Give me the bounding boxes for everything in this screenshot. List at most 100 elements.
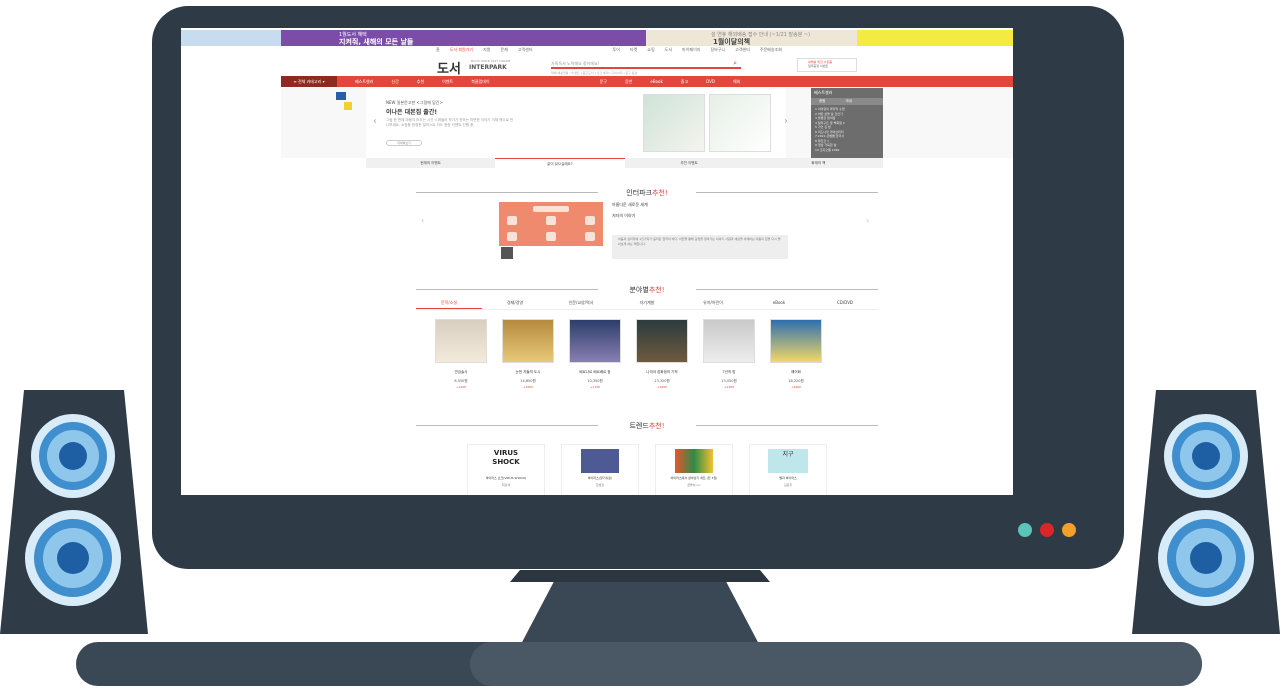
menu-item[interactable]: 베스트셀러: [355, 79, 373, 85]
book-cover: [770, 319, 822, 363]
trend-card[interactable]: 바이러스(알기쉬운) 한성진: [561, 444, 639, 495]
topnav-item[interactable]: 고객센터: [735, 47, 750, 55]
topnav-item[interactable]: 고객센터: [518, 47, 533, 55]
topnav-item[interactable]: 문제: [500, 47, 507, 55]
book-card[interactable]: 베르나르 베르베르 잠 10,350원 +115P: [565, 319, 625, 389]
right-speaker: [1132, 390, 1280, 634]
promo-box[interactable]: 새해를 위한 사은품 일력증정 이벤트: [797, 58, 857, 72]
topnav-item[interactable]: 투어: [613, 47, 620, 55]
menu-item[interactable]: 북클럽데이: [471, 79, 489, 85]
hero-title: 이나은 대본집 출간!: [386, 109, 438, 116]
book-card[interactable]: 연금술사 8,550원 +120P: [431, 319, 491, 389]
topnav-item[interactable]: 티켓: [630, 47, 637, 55]
trend-card[interactable]: VIRUS SHOCK 바이러스 쇼크(VIRUS SHOCK) 최강석: [467, 444, 545, 495]
trend-author: 김은주: [783, 483, 793, 487]
search-input[interactable]: 가족독서 노력해요 중이에요! ⌕: [551, 59, 741, 69]
banner-pale: [181, 30, 281, 46]
hero-next-arrow[interactable]: ›: [784, 116, 788, 127]
logo-korean[interactable]: 도서: [437, 58, 461, 77]
menu-item[interactable]: 해외: [733, 79, 740, 85]
menu-item[interactable]: DVD: [706, 79, 715, 84]
topnav-item[interactable]: 주문배송조회: [760, 47, 782, 55]
book-cover: [435, 319, 487, 363]
subtab[interactable]: 현재의 이벤트: [366, 158, 495, 168]
genre-tab[interactable]: CD/DVD: [812, 300, 878, 309]
hero-prev-arrow[interactable]: ‹: [373, 116, 377, 127]
book-cover: [569, 319, 621, 363]
subtab[interactable]: 추천 이벤트: [625, 158, 754, 168]
trend-author: 곰돌이 co.: [687, 483, 701, 487]
trend-cover: [581, 449, 619, 473]
genre-tab-active[interactable]: 문학/소설: [416, 300, 482, 309]
genre-tab[interactable]: 경제/경영: [482, 300, 548, 309]
rec-prev-arrow[interactable]: ‹: [421, 216, 424, 225]
led-orange: [1062, 523, 1076, 537]
category-button[interactable]: ≡ 전체 카테고리 ▾: [281, 76, 337, 87]
topnav-item[interactable]: 도서 회원가기: [450, 47, 473, 55]
topnav-item[interactable]: 쇼핑: [647, 47, 654, 55]
menu-item[interactable]: 음반: [625, 79, 632, 85]
bestseller-tab[interactable]: 국내: [845, 99, 851, 104]
hero-side-banner[interactable]: [336, 90, 366, 120]
genre-tab[interactable]: eBook: [746, 300, 812, 309]
left-speaker: [0, 390, 148, 634]
category-label: 전체 카테고리: [297, 78, 322, 84]
hero-title-small: NEW 일본문고판 <그림에 담긴>: [386, 100, 443, 105]
menu-item[interactable]: 신간: [391, 79, 398, 85]
top-nav: 홈 도서 회원가기 지원 문제 고객센터 투어 티켓 쇼핑 도서 마이페이지 장…: [436, 47, 856, 55]
book-title: 7년의 밤: [722, 370, 736, 374]
search-icon[interactable]: ⌕: [733, 59, 737, 68]
topnav-item[interactable]: 마이페이지: [682, 47, 700, 55]
led-red: [1040, 523, 1054, 537]
desktop-mockup: 1월도서 혜택 지켜줘, 새해의 모든 날들 설 연휴 해외배송 접수 안내 (…: [0, 0, 1280, 691]
search-keywords[interactable]: 택배 배송현황 | 이벤트 | 중고도서 | 신간 예약 | 다이어리 | 문구…: [551, 71, 637, 75]
book-price: 8,550원: [454, 379, 468, 383]
bestseller-tab[interactable]: 종합: [819, 99, 825, 104]
book-card[interactable]: 눈먼 자들의 도시 14,850원 +150P: [498, 319, 558, 389]
book-price: 14,850원: [520, 379, 536, 383]
logo-interpark[interactable]: INTERPARK: [469, 64, 507, 71]
rec-book-cover[interactable]: [499, 202, 603, 260]
book-price: 13,050원: [721, 379, 737, 383]
book-price: 18,220원: [788, 379, 804, 383]
book-cover: [502, 319, 554, 363]
search-placeholder: 가족독서 노력해요 중이에요!: [551, 61, 600, 66]
topnav-item[interactable]: 지원: [483, 47, 490, 55]
book-point: +115P: [589, 385, 601, 389]
trend-card[interactable]: 바이러스에서 살아남기 세트 (전 3권) 곰돌이 co.: [655, 444, 733, 495]
bestseller-item[interactable]: 10 조지오웰 1984: [815, 148, 879, 153]
rec-next-arrow[interactable]: ›: [866, 216, 869, 225]
rec-description: 어둠과 심리학에 1인가지가 흘러온 철학의 바다, 어떤을 통해 감정을 찾아…: [612, 235, 788, 259]
topnav-item[interactable]: 장바구니: [710, 47, 725, 55]
genre-tabs: 문학/소설 경제/경영 인문/교양/역사 자기계발 유아/어린이 eBook C…: [416, 300, 878, 310]
topnav-item[interactable]: 홈: [436, 47, 440, 55]
menu-item[interactable]: 이벤트: [442, 79, 453, 85]
subtab[interactable]: 화제의 책: [754, 158, 883, 168]
rec-book-title[interactable]: 아름다운 새로운 세계: [612, 202, 648, 208]
menu-item[interactable]: 추천: [417, 79, 424, 85]
menu-item[interactable]: 중고: [681, 79, 688, 85]
book-card[interactable]: 나미야 잡화점의 기적 13,320원 +150P: [632, 319, 692, 389]
topnav-item[interactable]: 도서: [665, 47, 672, 55]
genre-tab[interactable]: 자기계발: [614, 300, 680, 309]
trend-title: 바이러스에서 살아남기 세트 (전 3권): [670, 476, 718, 480]
book-title: 연금술사: [454, 370, 468, 374]
genre-tab[interactable]: 유아/어린이: [680, 300, 746, 309]
subtab-active[interactable]: 같이 읽으실래요?: [495, 158, 625, 168]
book-card[interactable]: 7년의 밤 13,050원 +140P: [699, 319, 759, 389]
menu-item[interactable]: eBook: [650, 79, 662, 84]
genre-tab[interactable]: 인문/교양/역사: [548, 300, 614, 309]
screen: 1월도서 혜택 지켜줘, 새해의 모든 날들 설 연휴 해외배송 접수 안내 (…: [181, 28, 1013, 495]
book-cover: [636, 319, 688, 363]
hero-more-button[interactable]: 자세히보기: [386, 140, 422, 146]
book-price: 13,320원: [654, 379, 670, 383]
section-title-plain: 분야별: [629, 286, 649, 294]
book-card[interactable]: 해어화 18,220원 +190P: [766, 319, 826, 389]
rec-book-author: 저자의 이야기: [612, 213, 636, 218]
section-title-plain: 트렌드: [629, 422, 649, 430]
trend-author: 최강석: [501, 483, 511, 487]
bestseller-title: 베스트셀러: [814, 90, 833, 95]
trend-card[interactable]: 지구 별과 바이러스 김은주: [749, 444, 827, 495]
menu-item[interactable]: 문구: [600, 79, 607, 85]
banner-right-big: 1월이달의책: [713, 38, 751, 46]
